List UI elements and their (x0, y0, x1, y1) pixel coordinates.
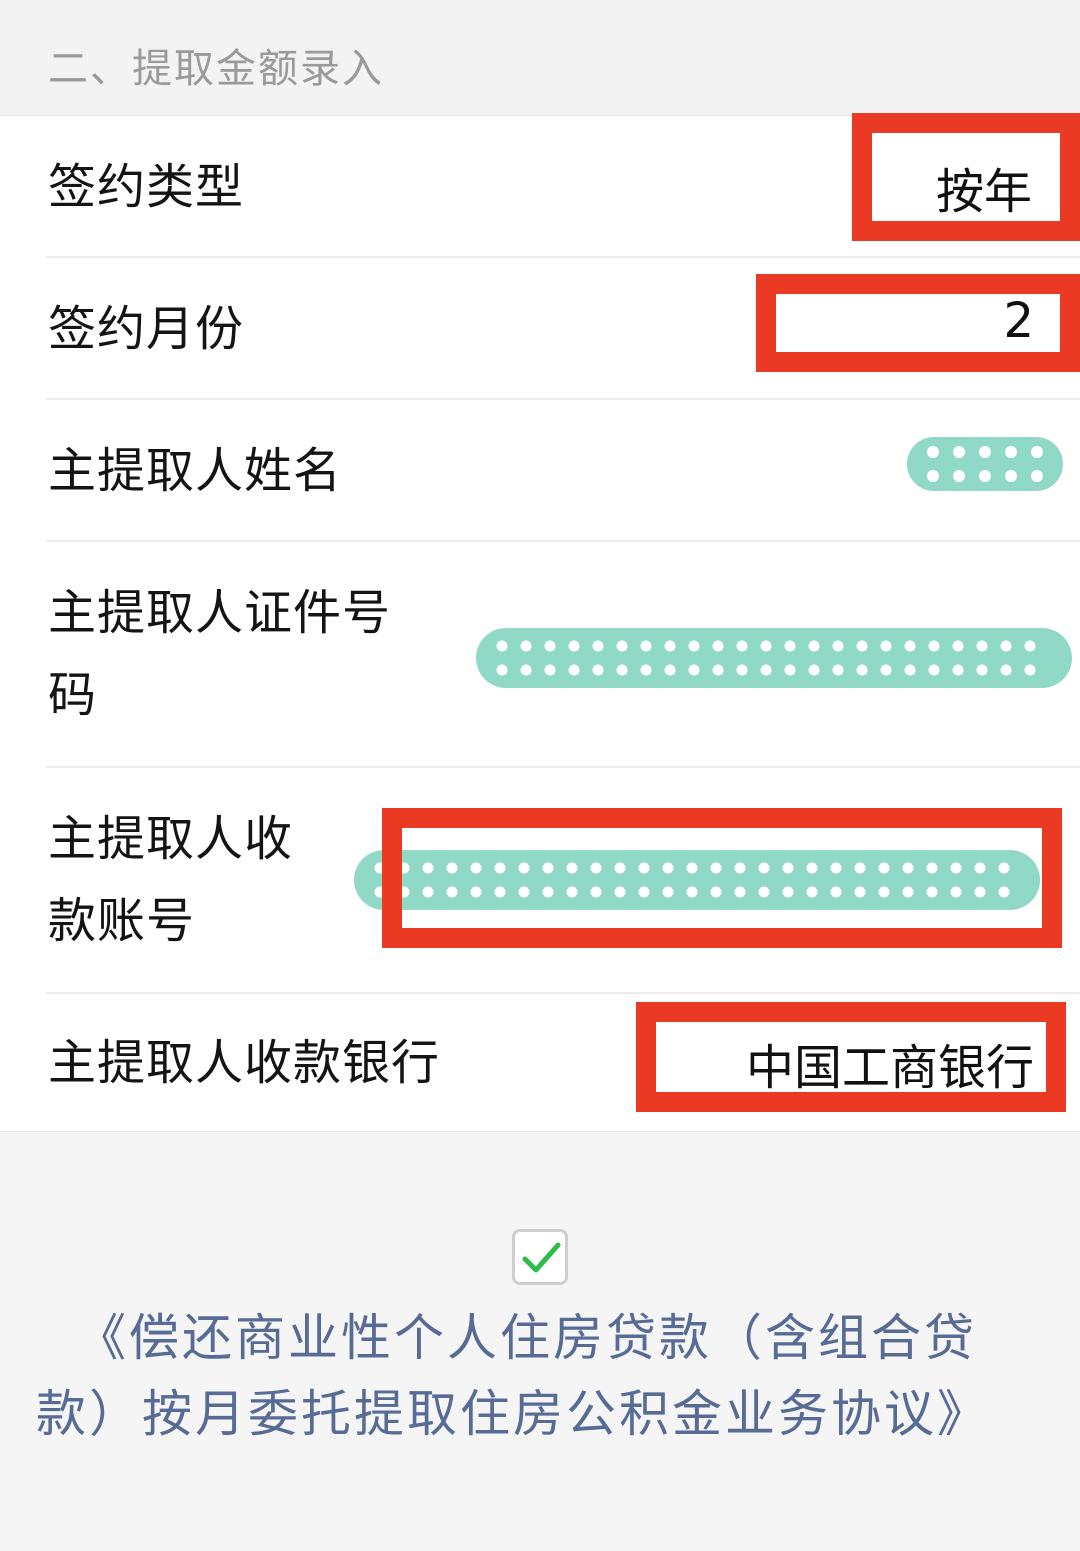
account-label-line2: 款账号 (48, 893, 196, 949)
sign-type-value[interactable]: 按年 (936, 152, 1032, 222)
bank-value[interactable]: 中国工商银行 (746, 1028, 1034, 1098)
id-number-label-line2: 码 (48, 667, 98, 723)
sign-type-label: 签约类型 (48, 159, 245, 215)
name-label: 主提取人姓名 (48, 443, 343, 499)
agreement-link[interactable]: 《偿还商业性个人住房贷款（含组合贷 款）按月委托提取住房公积金业务协议》 (36, 1300, 1036, 1452)
bank-label: 主提取人收款银行 (48, 1035, 441, 1091)
account-label: 主提取人收 款账号 (48, 798, 293, 962)
row-sign-type[interactable]: 签约类型 按年 (0, 113, 1080, 258)
checkmark-icon (522, 1242, 561, 1273)
id-number-label-line1: 主提取人证件号 (48, 585, 392, 641)
row-name[interactable]: 主提取人姓名 (0, 400, 1080, 542)
agreement-checkbox[interactable] (512, 1229, 568, 1285)
section-title: 二、提取金额录入 (48, 46, 384, 92)
agreement-line2: 款）按月委托提取住房公积金业务协议》 (36, 1385, 990, 1443)
id-number-redaction-mask (474, 622, 1074, 694)
sign-month-label: 签约月份 (48, 301, 245, 357)
account-highlight (382, 808, 1062, 948)
name-redaction-mask (905, 432, 1065, 498)
account-label-line1: 主提取人收 (48, 811, 294, 867)
section-header: 二、提取金额录入 (0, 0, 1080, 115)
form-card: 签约类型 按年 签约月份 2 主提取人姓名 主提取人证件号 码 主提取人收 款账… (0, 113, 1080, 1133)
row-bank[interactable]: 主提取人收款银行 中国工商银行 (0, 994, 1080, 1133)
row-sign-month[interactable]: 签约月份 2 (0, 258, 1080, 400)
agreement-line1: 《偿还商业性个人住房贷款（含组合贷 (76, 1309, 977, 1367)
sign-month-value[interactable]: 2 (1003, 293, 1034, 349)
id-number-label: 主提取人证件号 码 (48, 572, 391, 736)
